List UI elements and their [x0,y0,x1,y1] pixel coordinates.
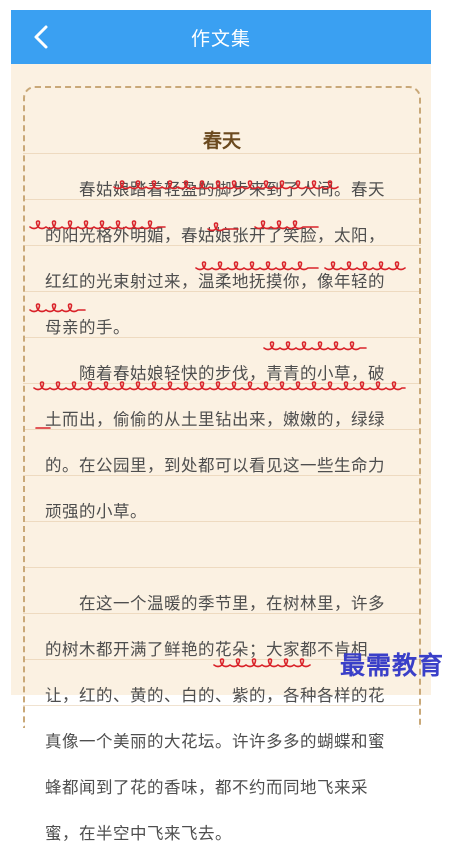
essay-line: 的阳光格外明媚，春姑娘张开了笑脸，太阳， [45,227,385,246]
app-header: 作文集 [11,10,431,64]
essay-line: 在这一个温暖的季节里，在树林里，许多 [45,595,385,614]
essay-line: 红红的光束射过来，温柔地抚摸你，像年轻的 [45,273,385,292]
essay-line: 的树木都开满了鲜艳的花朵；大家都不肯相 [45,641,368,660]
watermark-logo: 最需教育 [340,651,445,680]
essay-line: 蜜，在半空中飞来飞去。 [45,825,232,844]
essay-line: 的。在公园里，到处都可以看见这一些生命力 [45,457,385,476]
page-title: 作文集 [190,27,251,50]
essay-line: 随着春姑娘轻快的步伐，青青的小草，破 [45,365,385,384]
essay-paper: 春天 春姑娘踏着轻盈的脚步来到了人间。春天 的阳光格外明媚，春姑娘张开了笑脸，太… [11,64,431,844]
essay-card: 春天 春姑娘踏着轻盈的脚步来到了人间。春天 的阳光格外明媚，春姑娘张开了笑脸，太… [23,86,421,844]
essay-line: 顽强的小草。 [45,503,147,522]
essay-line: 土而出，偷偷的从土里钻出来，嫩嫩的，绿绿 [45,411,385,430]
essay-body: 春姑娘踏着轻盈的脚步来到了人间。春天 的阳光格外明媚，春姑娘张开了笑脸，太阳， … [45,168,425,858]
essay-line: 春姑娘踏着轻盈的脚步来到了人间。春天 [45,181,385,200]
essay-line: 真像一个美丽的大花坛。许许多多的蝴蝶和蜜 [45,733,385,752]
essay-line: 蜂都闻到了花的香味，都不约而同地飞来采 [45,779,368,798]
chevron-left-icon [34,25,48,49]
essay-line: 让，红的、黄的、白的、紫的，各种各样的花 [45,687,385,706]
back-button[interactable] [25,20,57,54]
essay-line: 母亲的手。 [45,319,130,338]
essay-title: 春天 [202,130,241,152]
